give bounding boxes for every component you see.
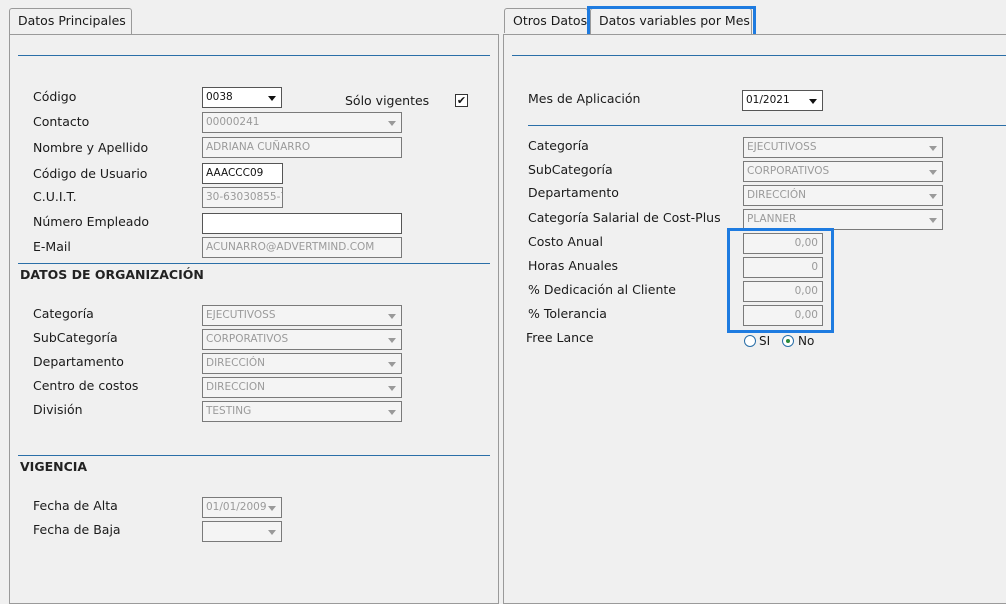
- chevron-down-icon: [929, 146, 937, 151]
- fecha-alta-label: Fecha de Alta: [33, 498, 118, 513]
- chevron-down-icon: [388, 386, 396, 391]
- division-select[interactable]: TESTING: [202, 401, 402, 422]
- chevron-down-icon: [929, 170, 937, 175]
- org-subcategoria-select[interactable]: CORPORATIVOS: [202, 329, 402, 350]
- fecha-alta-picker[interactable]: 01/01/2009: [202, 497, 282, 518]
- free-lance-si-label: SI: [759, 334, 771, 348]
- right-separator-mid: [528, 125, 1006, 126]
- codigo-usuario-label: Código de Usuario: [33, 166, 148, 181]
- vigencia-heading: VIGENCIA: [20, 459, 88, 474]
- tab-highlight-box: [587, 6, 756, 37]
- email-input[interactable]: ACUNARRO@ADVERTMIND.COM: [202, 237, 402, 258]
- tab-datos-principales[interactable]: Datos Principales: [9, 8, 132, 35]
- centro-costos-select[interactable]: DIRECCION: [202, 377, 402, 398]
- cuit-label: C.U.I.T.: [33, 189, 77, 204]
- mes-aplicacion-label: Mes de Aplicación: [528, 91, 641, 106]
- r-subcategoria-label: SubCategoría: [528, 162, 613, 177]
- contacto-select[interactable]: 00000241: [202, 112, 402, 133]
- chevron-down-icon: [929, 218, 937, 223]
- left-separator-org: [18, 263, 490, 264]
- org-departamento-select[interactable]: DIRECCIÓN: [202, 353, 402, 374]
- check-icon: ✔: [456, 94, 467, 107]
- cuit-input[interactable]: 30-63030855-7: [202, 187, 283, 208]
- left-separator-vigencia: [18, 455, 490, 456]
- categoria-salarial-select[interactable]: PLANNER: [743, 209, 943, 230]
- centro-costos-label: Centro de costos: [33, 378, 139, 393]
- chevron-down-icon: [809, 99, 817, 104]
- codigo-select[interactable]: 0038: [202, 87, 282, 108]
- solo-vigentes-checkbox[interactable]: ✔: [455, 94, 468, 107]
- org-subcategoria-label: SubCategoría: [33, 330, 118, 345]
- numero-empleado-label: Número Empleado: [33, 214, 150, 229]
- nombre-label: Nombre y Apellido: [33, 140, 149, 155]
- chevron-down-icon: [268, 506, 276, 511]
- categoria-salarial-label: Categoría Salarial de Cost-Plus: [528, 210, 721, 225]
- codigo-label: Código: [33, 89, 77, 104]
- r-categoria-select[interactable]: EJECUTIVOSS: [743, 137, 943, 158]
- tab-otros-datos[interactable]: Otros Datos: [504, 8, 588, 33]
- chevron-down-icon: [388, 338, 396, 343]
- r-departamento-select[interactable]: DIRECCIÓN: [743, 185, 943, 206]
- free-lance-label: Free Lance: [526, 330, 594, 345]
- org-categoria-select[interactable]: EJECUTIVOSS: [202, 305, 402, 326]
- chevron-down-icon: [388, 314, 396, 319]
- radio-selected-dot: [786, 339, 790, 343]
- free-lance-no-label: No: [798, 334, 815, 348]
- tab-otros-datos-label: Otros Datos: [513, 13, 588, 28]
- numero-empleado-input[interactable]: [202, 213, 402, 234]
- contacto-label: Contacto: [33, 114, 90, 129]
- costo-anual-label: Costo Anual: [528, 234, 603, 249]
- free-lance-no-radio[interactable]: [782, 335, 794, 347]
- organizacion-heading: DATOS DE ORGANIZACIÓN: [20, 267, 204, 282]
- solo-vigentes-label: Sólo vigentes: [345, 93, 430, 108]
- left-separator-top: [18, 55, 490, 56]
- division-label: División: [33, 402, 83, 417]
- fecha-baja-label: Fecha de Baja: [33, 522, 121, 537]
- org-categoria-label: Categoría: [33, 306, 94, 321]
- chevron-down-icon: [388, 362, 396, 367]
- r-departamento-label: Departamento: [528, 185, 619, 200]
- chevron-down-icon: [388, 121, 396, 126]
- r-subcategoria-select[interactable]: CORPORATIVOS: [743, 161, 943, 182]
- tolerancia-label: % Tolerancia: [528, 306, 607, 321]
- org-departamento-label: Departamento: [33, 354, 124, 369]
- numeric-fields-highlight-box: [727, 228, 834, 333]
- tab-datos-principales-label: Datos Principales: [18, 13, 126, 28]
- codigo-usuario-input[interactable]: AAACCC09: [202, 163, 283, 184]
- email-label: E-Mail: [33, 239, 71, 254]
- chevron-down-icon: [929, 194, 937, 199]
- r-categoria-label: Categoría: [528, 138, 589, 153]
- chevron-down-icon: [268, 96, 276, 101]
- nombre-input[interactable]: ADRIANA CUÑARRO: [202, 137, 402, 158]
- fecha-baja-picker[interactable]: / /: [202, 521, 282, 542]
- right-separator-top: [512, 55, 1006, 56]
- chevron-down-icon: [268, 530, 276, 535]
- dedicacion-label: % Dedicación al Cliente: [528, 282, 676, 297]
- horas-anuales-label: Horas Anuales: [528, 258, 619, 273]
- chevron-down-icon: [388, 410, 396, 415]
- free-lance-si-radio[interactable]: [744, 335, 756, 347]
- mes-aplicacion-select[interactable]: 01/2021: [742, 90, 823, 111]
